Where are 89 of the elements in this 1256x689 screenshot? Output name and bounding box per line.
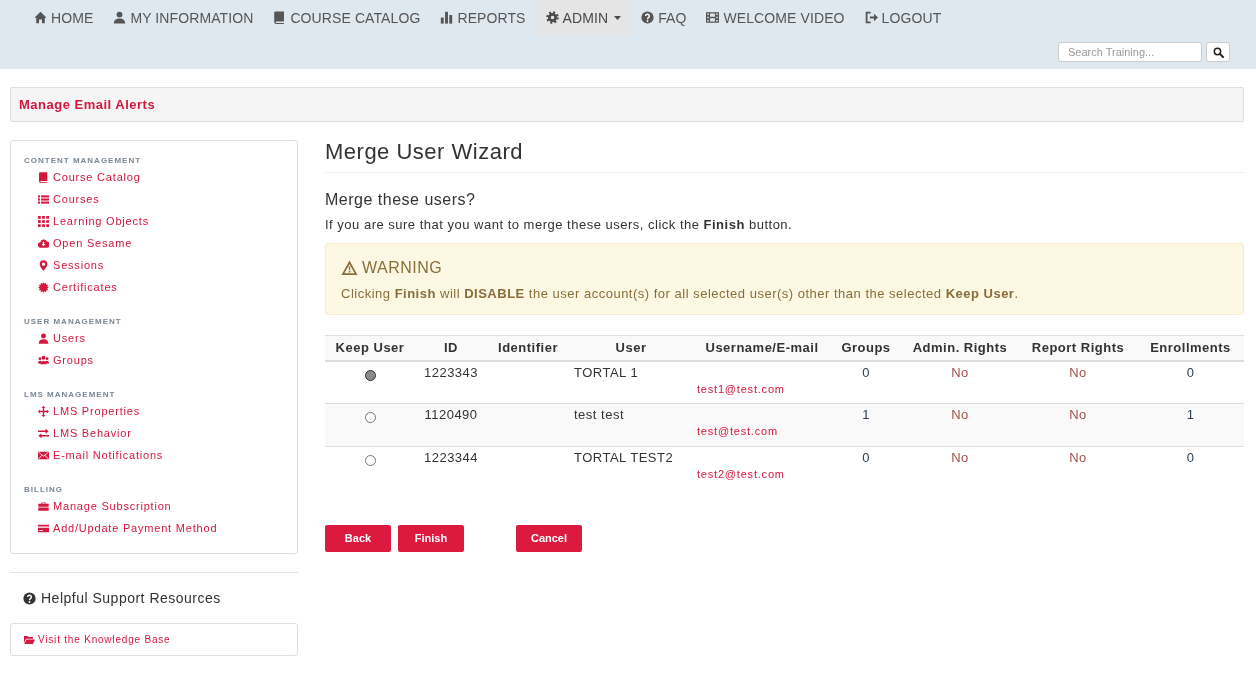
user-icon	[38, 332, 49, 344]
keep-user-radio[interactable]	[364, 455, 376, 466]
table-cell: test test	[569, 403, 693, 447]
briefcase-icon	[38, 500, 49, 512]
table-cell: test@test.com	[693, 403, 831, 447]
grid-icon	[38, 215, 49, 227]
seal-icon	[38, 281, 49, 293]
book-icon	[38, 171, 49, 183]
sidebar-link[interactable]: Users	[38, 327, 86, 349]
sidebar-link[interactable]: LMS Behavior	[38, 422, 132, 444]
folder-icon	[23, 634, 36, 645]
sidebar-link[interactable]: E-mail Notifications	[38, 444, 164, 466]
column-header: Enrollments	[1137, 335, 1244, 361]
sidebar-link[interactable]: Sessions	[38, 254, 105, 276]
sidebar-link[interactable]: Open Sesame	[38, 232, 133, 254]
envelope-icon	[38, 449, 49, 461]
column-header: Admin. Rights	[901, 335, 1019, 361]
keep-user-radio[interactable]	[364, 412, 376, 423]
swap-arrows-icon	[38, 427, 49, 439]
move-arrows-icon	[38, 405, 49, 417]
nav-link[interactable]: FAQ	[631, 0, 697, 35]
nav-link[interactable]: HOME	[24, 0, 104, 35]
table-cell: No	[1019, 446, 1137, 490]
section-heading: BILLING	[24, 485, 64, 495]
list-icon	[38, 193, 49, 205]
warning-icon	[341, 260, 358, 276]
table-cell: 1120490	[415, 403, 487, 447]
sidebar-link[interactable]: Groups	[38, 349, 94, 371]
support-heading: Helpful Support Resources	[41, 590, 221, 606]
sidebar-link[interactable]: Certificates	[38, 276, 118, 298]
sidebar-link[interactable]: Course Catalog	[38, 166, 141, 188]
gear-icon	[545, 11, 559, 24]
users-icon	[38, 354, 49, 366]
back-button[interactable]: Back	[325, 524, 391, 552]
table-cell: 1	[1137, 403, 1244, 447]
exit-arrow-icon	[864, 11, 878, 24]
column-header: ID	[415, 335, 487, 361]
help-icon	[23, 591, 36, 605]
table-cell: 0	[831, 446, 901, 490]
section-heading: USER MANAGEMENT	[24, 317, 123, 327]
finish-button[interactable]: Finish	[398, 524, 464, 552]
table-cell: No	[1019, 403, 1137, 447]
question-icon	[641, 11, 655, 24]
column-header: Report Rights	[1019, 335, 1137, 361]
column-header: User	[569, 335, 693, 361]
book-icon	[273, 11, 287, 24]
sidebar-link[interactable]: Add/Update Payment Method	[38, 517, 218, 539]
home-icon	[34, 11, 47, 24]
nav-link[interactable]: REPORTS	[430, 0, 536, 35]
section-heading: CONTENT MANAGEMENT	[24, 156, 143, 166]
section-heading: LMS MANAGEMENT	[24, 390, 117, 400]
warning-heading: WARNING	[362, 259, 443, 277]
banner-title: Manage Email Alerts	[19, 97, 156, 112]
intro-text: If you are sure that you want to merge these users, click the Finish button.	[325, 216, 794, 233]
table-cell: TORTAL TEST2	[569, 446, 693, 490]
knowledge-base-link[interactable]: Visit the Knowledge Base	[23, 634, 171, 645]
credit-card-icon	[38, 522, 49, 534]
sidebar-link[interactable]: Learning Objects	[38, 210, 149, 232]
nav-link[interactable]: COURSE CATALOG	[263, 0, 431, 35]
user-icon	[113, 11, 127, 24]
search-icon	[1212, 46, 1224, 58]
table-cell: test2@test.com	[693, 446, 831, 490]
sidebar-link[interactable]: Courses	[38, 188, 100, 210]
bar-chart-icon	[440, 11, 454, 24]
nav-link[interactable]: WELCOME VIDEO	[696, 0, 855, 35]
keep-user-radio[interactable]	[364, 369, 376, 381]
column-header: Identifier	[487, 335, 569, 361]
table-cell: No	[901, 403, 1019, 447]
nav-link[interactable]: LOGOUT	[854, 0, 952, 35]
column-header: Groups	[831, 335, 901, 361]
nav-link[interactable]: MY INFORMATION	[103, 0, 264, 35]
page-title: Merge User Wizard	[325, 140, 1244, 173]
table-cell: 1	[831, 403, 901, 447]
sidebar-link[interactable]: LMS Properties	[38, 400, 140, 422]
cloud-download-icon	[38, 237, 49, 249]
sidebar-link[interactable]: Manage Subscription	[38, 495, 172, 517]
column-header: Username/E-mail	[693, 335, 831, 361]
map-pin-icon	[38, 259, 49, 271]
table-cell: No	[901, 446, 1019, 490]
warning-text: Clicking Finish will DISABLE the user account(s) for all selected user(s) other than the selected Keep User.	[341, 285, 1020, 302]
cancel-button[interactable]: Cancel	[516, 524, 582, 552]
table-cell: 0	[1137, 446, 1244, 490]
search-button[interactable]	[1206, 42, 1230, 62]
section-subtitle: Merge these users?	[325, 191, 477, 209]
column-header: Keep User	[325, 335, 415, 361]
nav-link[interactable]: ADMIN	[535, 0, 632, 35]
search-field[interactable]: Search Training...	[1058, 42, 1202, 62]
table-cell: 1223344	[415, 446, 487, 490]
film-icon	[706, 11, 720, 24]
